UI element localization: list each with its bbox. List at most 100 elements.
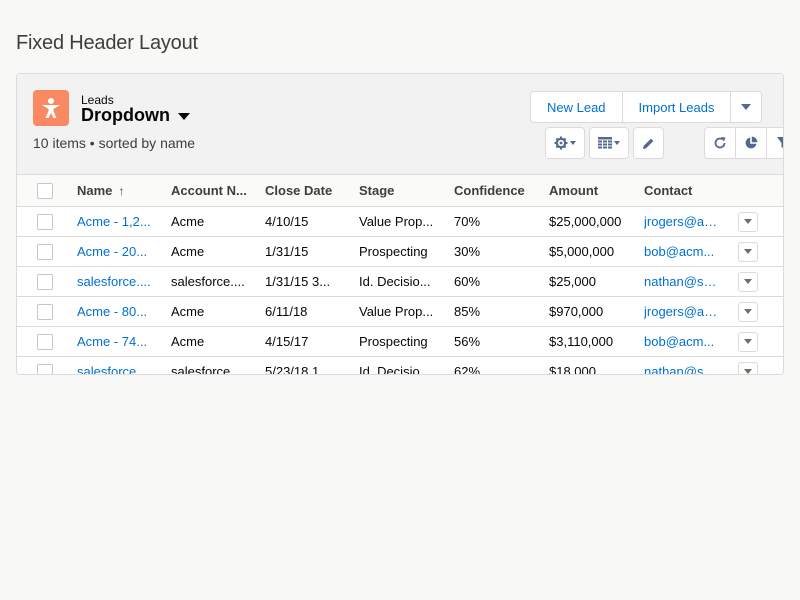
header-actions: New Lead Import Leads <box>530 91 763 123</box>
confidence-cell: 70% <box>454 214 481 229</box>
column-header-confidence[interactable]: Confidence <box>454 175 534 206</box>
lead-name-link[interactable]: Acme - 1,2... <box>77 207 157 236</box>
view-tools-group <box>704 127 783 159</box>
table-row: Acme - 80... Acme 6/11/18 Value Prop... … <box>17 297 783 327</box>
row-checkbox[interactable] <box>37 267 53 296</box>
chevron-down-icon <box>741 104 752 110</box>
table-row: Acme - 74... Acme 4/15/17 Prospecting 56… <box>17 327 783 357</box>
account-cell: salesforce.... <box>171 364 245 375</box>
column-header-contact[interactable]: Contact <box>644 175 718 206</box>
row-actions-button[interactable] <box>738 267 760 296</box>
table-header-row: Name ↑ Account N... Close Date Stage Conf… <box>17 175 783 207</box>
column-header-stage[interactable]: Stage <box>359 175 439 206</box>
list-meta: 10 items • sorted by name <box>33 135 196 151</box>
display-as-button[interactable] <box>589 127 629 159</box>
lead-name-link[interactable]: salesforce.... <box>77 357 157 374</box>
chart-button[interactable] <box>736 128 767 158</box>
amount-cell: $3,110,000 <box>549 334 614 349</box>
list-view-selector[interactable]: Dropdown <box>81 105 190 126</box>
stage-cell: Prospecting <box>359 334 428 349</box>
filter-icon <box>776 136 783 148</box>
table-icon <box>598 137 612 149</box>
column-header-amount[interactable]: Amount <box>549 175 631 206</box>
table-row: Acme - 1,2... Acme 4/10/15 Value Prop...… <box>17 207 783 237</box>
close-date-cell: 4/15/17 <box>265 334 309 349</box>
row-checkbox[interactable] <box>37 237 53 266</box>
row-checkbox[interactable] <box>37 327 53 356</box>
row-checkbox[interactable] <box>37 297 53 326</box>
close-date-cell: 1/31/15 3... <box>265 274 331 289</box>
confidence-cell: 56% <box>454 334 481 349</box>
stage-cell: Prospecting <box>359 244 428 259</box>
chevron-down-icon <box>744 369 752 374</box>
contact-link[interactable]: jrogers@ac... <box>644 297 718 326</box>
contact-link[interactable]: bob@acm... <box>644 237 718 266</box>
lead-name-link[interactable]: salesforce.... <box>77 267 157 296</box>
account-cell: Acme <box>171 244 205 259</box>
chevron-down-icon <box>744 249 752 254</box>
close-date-cell: 6/11/18 <box>265 304 308 319</box>
sort-ascending-icon: ↑ <box>118 183 125 198</box>
amount-cell: $25,000,000 <box>549 214 622 229</box>
stage-cell: Value Prop... <box>359 214 434 229</box>
refresh-icon <box>714 137 726 149</box>
leads-table: Name ↑ Account N... Close Date Stage Conf… <box>17 175 783 375</box>
caret-down-icon <box>177 113 190 120</box>
contact-link[interactable]: nathan@sa... <box>644 357 718 374</box>
refresh-button[interactable] <box>705 128 736 158</box>
chevron-down-icon <box>744 339 752 344</box>
import-leads-button[interactable]: Import Leads <box>622 92 732 122</box>
table-row: salesforce.... salesforce.... 1/31/15 3.… <box>17 267 783 297</box>
row-actions-button[interactable] <box>738 297 760 326</box>
contact-link[interactable]: bob@acm... <box>644 327 718 356</box>
confidence-cell: 62% <box>454 364 481 375</box>
page-title: Fixed Header Layout <box>16 32 198 54</box>
edit-list-button[interactable] <box>633 127 664 159</box>
row-actions-button[interactable] <box>738 357 760 374</box>
close-date-cell: 4/10/15 <box>265 214 309 229</box>
leads-list-card: Leads Dropdown 10 items • sorted by name… <box>16 73 784 375</box>
select-all-checkbox[interactable] <box>37 175 53 206</box>
confidence-cell: 30% <box>454 244 481 259</box>
chevron-down-icon <box>570 141 576 145</box>
chevron-down-icon <box>744 279 752 284</box>
row-actions-button[interactable] <box>738 207 760 236</box>
stage-cell: Id. Decisio... <box>359 364 431 375</box>
chevron-down-icon <box>744 309 752 314</box>
confidence-cell: 60% <box>454 274 481 289</box>
filter-button[interactable] <box>767 128 783 158</box>
table-row: Acme - 20... Acme 1/31/15 Prospecting 30… <box>17 237 783 267</box>
lead-name-link[interactable]: Acme - 74... <box>77 327 157 356</box>
chevron-down-icon <box>614 141 620 145</box>
amount-cell: $5,000,000 <box>549 244 615 259</box>
column-header-account[interactable]: Account N... <box>171 175 251 206</box>
column-header-name[interactable]: Name ↑ <box>77 175 157 206</box>
list-settings-button[interactable] <box>545 127 585 159</box>
account-cell: Acme <box>171 304 205 319</box>
confidence-cell: 85% <box>454 304 481 319</box>
chevron-down-icon <box>744 219 752 224</box>
row-checkbox[interactable] <box>37 207 53 236</box>
contact-link[interactable]: nathan@sa... <box>644 267 718 296</box>
row-actions-button[interactable] <box>738 327 760 356</box>
lead-person-icon <box>33 90 69 126</box>
account-cell: Acme <box>171 214 205 229</box>
account-cell: Acme <box>171 334 205 349</box>
lead-name-link[interactable]: Acme - 20... <box>77 237 157 266</box>
contact-link[interactable]: jrogers@ac... <box>644 207 718 236</box>
row-checkbox[interactable] <box>37 357 53 374</box>
more-actions-button[interactable] <box>731 92 762 122</box>
list-header: Leads Dropdown 10 items • sorted by name… <box>17 74 783 175</box>
pie-chart-icon <box>745 136 758 149</box>
lead-name-link[interactable]: Acme - 80... <box>77 297 157 326</box>
column-header-close-date[interactable]: Close Date <box>265 175 347 206</box>
stage-cell: Id. Decisio... <box>359 274 431 289</box>
amount-cell: $970,000 <box>549 304 604 319</box>
list-view-name: Dropdown <box>81 105 170 125</box>
gear-icon <box>554 136 568 150</box>
amount-cell: $18,000 <box>549 364 596 375</box>
stage-cell: Value Prop... <box>359 304 434 319</box>
close-date-cell: 1/31/15 <box>265 244 309 259</box>
new-lead-button[interactable]: New Lead <box>531 92 623 122</box>
row-actions-button[interactable] <box>738 237 760 266</box>
